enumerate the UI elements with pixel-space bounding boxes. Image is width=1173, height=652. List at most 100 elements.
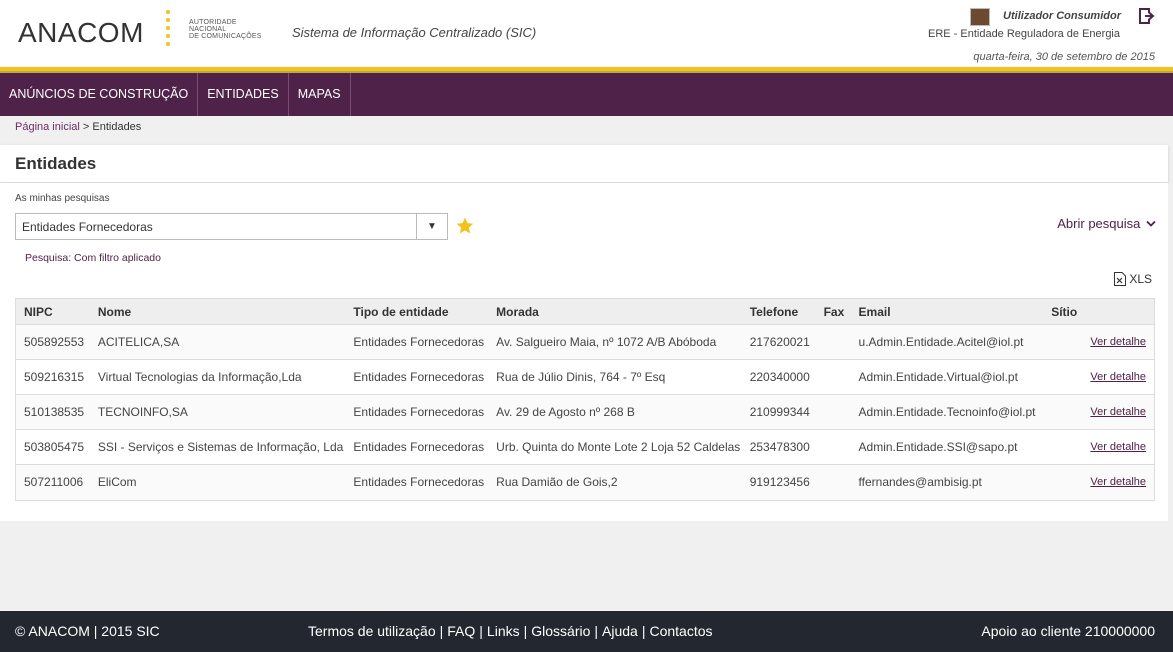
logo-sub-line: AUTORIDADE bbox=[189, 19, 237, 26]
chevron-down-icon bbox=[1146, 220, 1156, 227]
col-nipc[interactable]: NIPC bbox=[16, 299, 90, 324]
footer-link-termos[interactable]: Termos de utilização bbox=[308, 623, 436, 639]
footer-link-links[interactable]: Links bbox=[487, 623, 520, 639]
saved-search-select[interactable]: Entidades Fornecedoras ▼ bbox=[15, 213, 448, 240]
cell-nome: SSI - Serviços e Sistemas de Informação,… bbox=[97, 439, 344, 454]
cell-telefone: 217620021 bbox=[749, 334, 810, 349]
cell-nome: Virtual Tecnologias da Informação,Lda bbox=[97, 369, 302, 384]
cell-tipo: Entidades Fornecedoras bbox=[353, 334, 485, 349]
footer-link-ajuda[interactable]: Ajuda bbox=[602, 623, 638, 639]
current-date: quarta-feira, 30 de setembro de 2015 bbox=[973, 51, 1155, 63]
col-nome[interactable]: Nome bbox=[90, 299, 346, 324]
footer-separator: | bbox=[439, 623, 444, 639]
footer-links: Termos de utilização | FAQ | Links | Glossário… bbox=[308, 623, 713, 639]
breadcrumb: Página inicial > Entidades bbox=[15, 121, 141, 133]
cell-morada: Av. Salgueiro Maia, nº 1072 A/B Abóboda bbox=[496, 334, 717, 349]
cell-nipc: 505892553 bbox=[24, 334, 85, 349]
footer-copyright: © ANACOM | 2015 SIC bbox=[15, 623, 160, 639]
view-detail-link[interactable]: Ver detalhe bbox=[1043, 334, 1154, 351]
system-title: Sistema de Informação Centralizado (SIC) bbox=[292, 25, 537, 40]
export-xls-button[interactable]: XLS bbox=[1114, 272, 1152, 286]
view-detail-link[interactable]: Ver detalhe bbox=[1043, 404, 1154, 421]
breadcrumb-current: Entidades bbox=[92, 121, 142, 133]
breadcrumb-separator: > bbox=[79, 121, 93, 133]
col-tipo[interactable]: Tipo de entidade bbox=[345, 299, 488, 324]
cell-email: Admin.Entidade.Virtual@iol.pt bbox=[858, 369, 1018, 384]
nav-item-entidades[interactable]: ENTIDADES bbox=[198, 73, 289, 116]
col-email[interactable]: Email bbox=[851, 299, 1044, 324]
content-panel: As minhas pesquisas Entidades Fornecedor… bbox=[0, 183, 1168, 521]
footer-separator: | bbox=[641, 623, 646, 639]
xls-file-icon bbox=[1114, 272, 1127, 286]
avatar bbox=[970, 8, 990, 26]
filter-status: Pesquisa: Com filtro aplicado bbox=[25, 252, 161, 264]
col-morada[interactable]: Morada bbox=[488, 299, 742, 324]
breadcrumb-home[interactable]: Página inicial bbox=[15, 121, 80, 133]
col-sitio[interactable]: Sítio bbox=[1043, 299, 1154, 324]
xls-label: XLS bbox=[1129, 272, 1152, 286]
saved-search-value: Entidades Fornecedoras bbox=[22, 220, 153, 234]
table-header: NIPC Nome Tipo de entidade Morada Telefo… bbox=[16, 299, 1154, 325]
nav-item-mapas[interactable]: MAPAS bbox=[289, 73, 351, 116]
open-search-toggle[interactable]: Abrir pesquisa bbox=[1057, 216, 1156, 231]
logo-dots-icon bbox=[164, 10, 174, 54]
cell-nome: EliCom bbox=[97, 475, 137, 489]
cell-morada: Av. 29 de Agosto nº 268 B bbox=[496, 404, 635, 419]
cell-nipc: 509216315 bbox=[24, 369, 85, 384]
table-row: 507211006 EliCom Entidades Fornecedoras … bbox=[16, 465, 1154, 500]
cell-nome: TECNOINFO,SA bbox=[97, 404, 188, 419]
cell-email: Admin.Entidade.SSI@sapo.pt bbox=[858, 439, 1018, 454]
user-name: Utilizador Consumidor bbox=[1003, 10, 1121, 22]
cell-email: ffernandes@ambisig.pt bbox=[858, 475, 982, 489]
main-nav: ANÚNCIOS DE CONSTRUÇÃO ENTIDADES MAPAS bbox=[0, 73, 1173, 116]
user-organization: ERE - Entidade Reguladora de Energia bbox=[927, 28, 1120, 40]
cell-nipc: 510138535 bbox=[24, 404, 85, 419]
nav-item-anuncios[interactable]: ANÚNCIOS DE CONSTRUÇÃO bbox=[0, 73, 199, 116]
cell-telefone: 220340000 bbox=[749, 369, 810, 384]
cell-morada: Urb. Quinta do Monte Lote 2 Loja 52 Cald… bbox=[496, 439, 741, 454]
view-detail-link[interactable]: Ver detalhe bbox=[1043, 474, 1154, 491]
footer-separator: | bbox=[523, 623, 528, 639]
cell-email: Admin.Entidade.Tecnoinfo@iol.pt bbox=[858, 404, 1036, 419]
view-detail-link[interactable]: Ver detalhe bbox=[1043, 369, 1154, 386]
cell-tipo: Entidades Fornecedoras bbox=[353, 369, 485, 384]
col-fax[interactable]: Fax bbox=[816, 299, 851, 324]
footer-support: Apoio ao cliente 210000000 bbox=[981, 623, 1155, 639]
page-title-bar: Entidades bbox=[0, 145, 1168, 182]
footer: © ANACOM | 2015 SIC Termos de utilização… bbox=[0, 611, 1173, 652]
cell-tipo: Entidades Fornecedoras bbox=[353, 475, 485, 489]
logout-icon[interactable] bbox=[1139, 8, 1155, 24]
cell-email: u.Admin.Entidade.Acitel@iol.pt bbox=[858, 334, 1024, 349]
cell-nome: ACITELICA,SA bbox=[97, 334, 180, 349]
table-body: 505892553 ACITELICA,SA Entidades Fornece… bbox=[16, 325, 1154, 500]
cell-morada: Rua Damião de Gois,2 bbox=[496, 475, 618, 489]
table-row: 505892553 ACITELICA,SA Entidades Fornece… bbox=[16, 325, 1154, 360]
table-row: 509216315 Virtual Tecnologias da Informa… bbox=[16, 360, 1154, 395]
logo-sub-line: DE COMUNICAÇÕES bbox=[189, 33, 262, 40]
view-detail-link[interactable]: Ver detalhe bbox=[1043, 439, 1154, 456]
footer-separator: | bbox=[479, 623, 483, 639]
cell-morada: Rua de Júlio Dinis, 764 - 7º Esq bbox=[496, 369, 666, 384]
header: ANACOM AUTORIDADE NACIONAL DE COMUNICAÇÕ… bbox=[0, 0, 1173, 67]
logo[interactable]: ANACOM bbox=[18, 17, 144, 49]
open-search-label: Abrir pesquisa bbox=[1057, 216, 1141, 231]
cell-nipc: 503805475 bbox=[24, 439, 85, 454]
page-title: Entidades bbox=[15, 154, 97, 173]
cell-tipo: Entidades Fornecedoras bbox=[353, 439, 485, 454]
cell-telefone: 210999344 bbox=[749, 404, 810, 419]
cell-tipo: Entidades Fornecedoras bbox=[353, 404, 485, 419]
cell-telefone: 253478300 bbox=[749, 439, 810, 454]
cell-telefone: 919123456 bbox=[749, 475, 810, 489]
chevron-down-icon[interactable]: ▼ bbox=[416, 214, 447, 239]
col-telefone[interactable]: Telefone bbox=[742, 299, 816, 324]
footer-link-contactos[interactable]: Contactos bbox=[649, 623, 712, 639]
my-searches-label: As minhas pesquisas bbox=[15, 193, 110, 204]
footer-link-glossario[interactable]: Glossário bbox=[531, 623, 590, 639]
entities-table: NIPC Nome Tipo de entidade Morada Telefo… bbox=[15, 298, 1155, 501]
cell-nipc: 507211006 bbox=[24, 475, 84, 489]
footer-link-faq[interactable]: FAQ bbox=[447, 623, 475, 639]
logo-sub-line: NACIONAL bbox=[189, 26, 227, 33]
logo-subtitle: AUTORIDADE NACIONAL DE COMUNICAÇÕES bbox=[189, 19, 269, 40]
star-icon[interactable] bbox=[455, 216, 475, 236]
footer-separator: | bbox=[594, 623, 599, 639]
